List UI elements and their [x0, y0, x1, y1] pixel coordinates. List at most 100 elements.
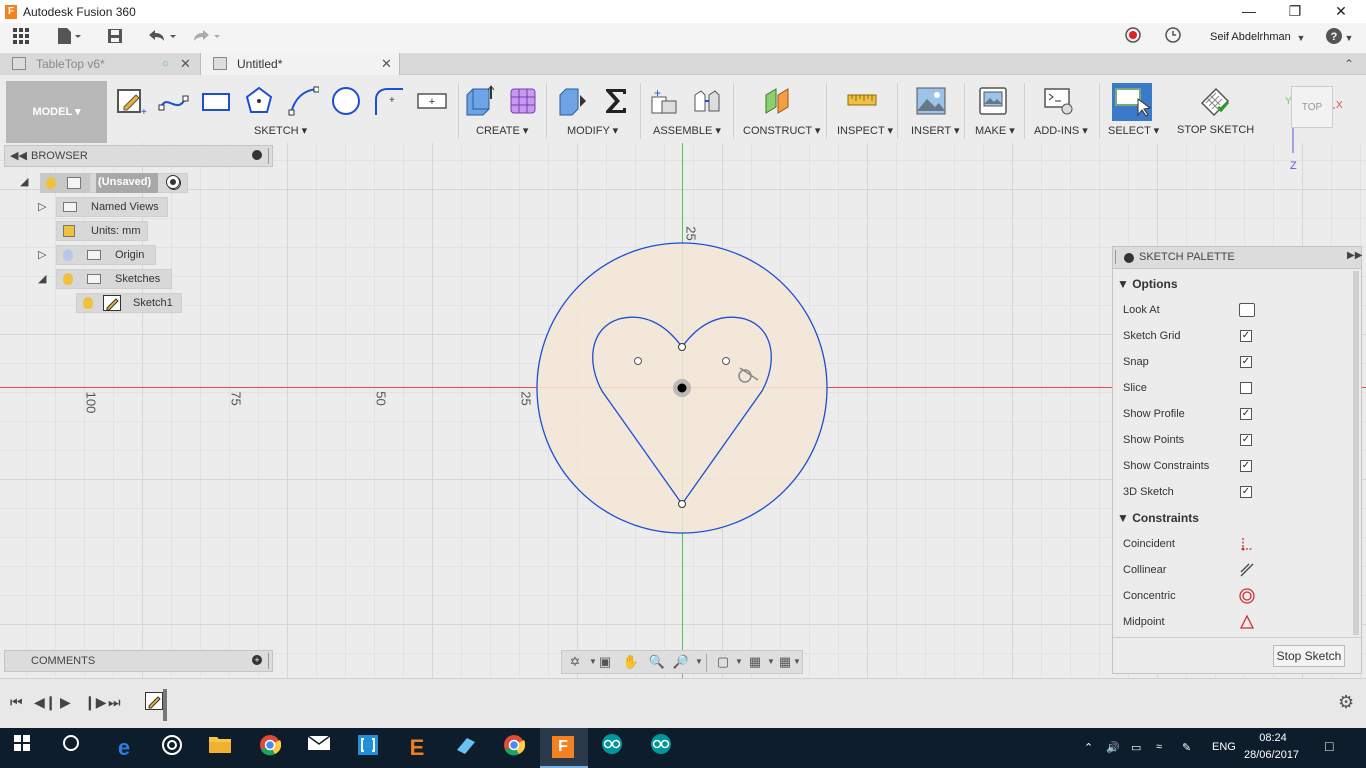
close-window-button[interactable]: ✕ — [1318, 0, 1364, 23]
create-menu[interactable]: CREATE ▾ — [476, 124, 528, 137]
form-box-icon[interactable] — [507, 85, 539, 117]
add-comment-icon[interactable]: + — [252, 655, 262, 665]
user-account-menu[interactable]: Seif Abdelrhman — [1210, 31, 1291, 43]
workspace-switcher[interactable]: MODEL ▾ — [6, 81, 107, 143]
line-icon[interactable] — [157, 85, 189, 117]
show-points-checkbox[interactable]: ✓ — [1240, 434, 1252, 446]
chrome-icon[interactable] — [256, 734, 284, 762]
make-menu[interactable]: MAKE ▾ — [975, 124, 1015, 137]
construct-menu[interactable]: CONSTRUCT ▾ — [743, 124, 820, 137]
taskbar-app-bracket-icon[interactable] — [354, 734, 382, 762]
close-tab-icon[interactable]: ✕ — [381, 53, 392, 75]
show-hidden-icons-chevron[interactable]: ⌃ — [1084, 741, 1093, 754]
mail-icon[interactable] — [305, 734, 333, 762]
wifi-icon[interactable]: ≈ — [1156, 741, 1162, 753]
palette-expand-icon[interactable]: ▶▶ — [1347, 250, 1362, 261]
joint-icon[interactable] — [691, 85, 723, 117]
redo-icon[interactable] — [189, 27, 223, 49]
select-button[interactable] — [1112, 83, 1152, 121]
data-panel-grid-icon[interactable] — [10, 27, 32, 49]
play-icon[interactable]: ▶ — [60, 694, 71, 711]
constraint-concentric[interactable]: Concentric — [1123, 583, 1343, 609]
look-at-icon[interactable]: ▣ — [596, 654, 614, 670]
options-section[interactable]: ▼ Options — [1117, 277, 1178, 291]
timeline-marker[interactable] — [163, 689, 167, 721]
fit-icon[interactable]: 🔎 — [672, 654, 690, 670]
show-constraints-checkbox[interactable]: ✓ — [1240, 460, 1252, 472]
fusion-taskbar-active[interactable]: F — [540, 728, 588, 768]
3d-sketch-checkbox[interactable]: ✓ — [1240, 486, 1252, 498]
minimize-button[interactable]: — — [1226, 0, 1272, 23]
sketch-grid-checkbox[interactable]: ✓ — [1240, 330, 1252, 342]
tree-item-sketches[interactable]: Sketches — [56, 269, 172, 289]
fillet-icon[interactable]: + — [373, 85, 405, 117]
heart-top-point[interactable] — [678, 343, 686, 351]
insert-dimension-icon[interactable]: + — [416, 85, 448, 117]
create-sketch-icon[interactable]: + — [115, 85, 147, 117]
select-menu[interactable]: SELECT ▾ — [1108, 124, 1159, 137]
viewports-menu-chevron-icon[interactable]: ▼ — [792, 654, 802, 670]
palette-scrollbar[interactable] — [1353, 271, 1359, 635]
tree-item-origin[interactable]: Origin — [56, 245, 156, 265]
heart-bottom-point[interactable] — [678, 500, 686, 508]
visibility-bulb-icon[interactable] — [46, 177, 56, 189]
go-to-end-icon[interactable]: ⏭ — [108, 694, 121, 711]
windows-start-icon[interactable] — [8, 734, 36, 762]
tree-item-sketch1[interactable]: Sketch1 — [76, 293, 182, 313]
polygon-icon[interactable] — [243, 85, 275, 117]
volume-icon[interactable]: 🔊 — [1106, 741, 1120, 754]
stop-sketch-palette-button[interactable]: Stop Sketch — [1273, 645, 1345, 667]
measure-ruler-icon[interactable] — [846, 85, 878, 117]
save-icon[interactable] — [105, 27, 125, 49]
arduino-icon[interactable] — [598, 734, 626, 762]
edge-browser-icon[interactable]: e — [110, 734, 138, 762]
timeline-sketch-feature[interactable] — [145, 692, 163, 710]
cortana-search-icon[interactable] — [57, 734, 85, 762]
offset-plane-icon[interactable] — [762, 85, 794, 117]
addins-menu[interactable]: ADD-INS ▾ — [1034, 124, 1088, 137]
viewcube-top-face[interactable]: TOP — [1291, 86, 1333, 128]
go-to-start-icon[interactable]: ⏮ — [10, 694, 23, 711]
sketch-menu[interactable]: SKETCH ▾ — [254, 124, 307, 137]
chrome-icon-2[interactable] — [500, 734, 528, 762]
arduino-icon-2[interactable] — [647, 734, 675, 762]
stop-sketch-icon[interactable] — [1198, 85, 1230, 117]
collapse-chevron-icon[interactable]: ⌃ — [1344, 53, 1364, 75]
constraints-section[interactable]: ▼ Constraints — [1117, 511, 1199, 525]
taskbar-app-e-icon[interactable]: E — [403, 734, 431, 762]
tree-item-named-views[interactable]: Named Views — [56, 197, 168, 217]
zoom-icon[interactable]: 🔍 — [648, 654, 666, 670]
close-tab-icon[interactable]: ✕ — [180, 53, 191, 75]
tab-untitled[interactable]: Untitled* ✕ — [200, 53, 400, 75]
rectangle-icon[interactable] — [200, 85, 232, 117]
visibility-bulb-icon[interactable] — [63, 249, 73, 261]
palette-minimize-icon[interactable] — [1124, 253, 1134, 263]
extrude-icon[interactable] — [463, 85, 495, 117]
stop-sketch-button[interactable]: STOP SKETCH — [1177, 124, 1254, 136]
visibility-bulb-icon[interactable] — [63, 273, 73, 285]
slice-checkbox[interactable] — [1240, 382, 1252, 394]
input-language[interactable]: ENG — [1212, 741, 1236, 753]
tab-tabletop[interactable]: TableTop v6* ○ ✕ — [0, 53, 200, 75]
modify-menu[interactable]: MODIFY ▾ — [567, 124, 618, 137]
3d-print-icon[interactable] — [977, 85, 1009, 117]
help-menu-chevron-icon[interactable]: ▼ — [1344, 27, 1354, 49]
timeline-settings-gear-icon[interactable]: ⚙ — [1338, 692, 1354, 713]
inspect-menu[interactable]: INSPECT ▾ — [837, 124, 893, 137]
undo-icon[interactable] — [145, 27, 179, 49]
arc-icon[interactable] — [287, 85, 319, 117]
insert-image-icon[interactable] — [915, 85, 947, 117]
viewcube[interactable]: Y X Z TOP — [1280, 86, 1360, 172]
look-at-icon[interactable] — [1239, 303, 1255, 317]
file-explorer-icon[interactable] — [206, 734, 234, 762]
pan-hand-icon[interactable]: ✋ — [622, 654, 640, 670]
arc-center-point-right[interactable] — [722, 357, 730, 365]
visibility-bulb-icon[interactable] — [83, 297, 93, 309]
clock-time[interactable]: 08:24 — [1250, 732, 1296, 744]
palette-grip[interactable] — [1115, 250, 1116, 264]
new-component-icon[interactable]: + — [648, 85, 680, 117]
file-menu-icon[interactable] — [54, 27, 84, 49]
battery-icon[interactable]: ▭ — [1131, 741, 1141, 754]
arc-center-point-left[interactable] — [634, 357, 642, 365]
taskbar-app-blue-icon[interactable] — [452, 734, 480, 762]
